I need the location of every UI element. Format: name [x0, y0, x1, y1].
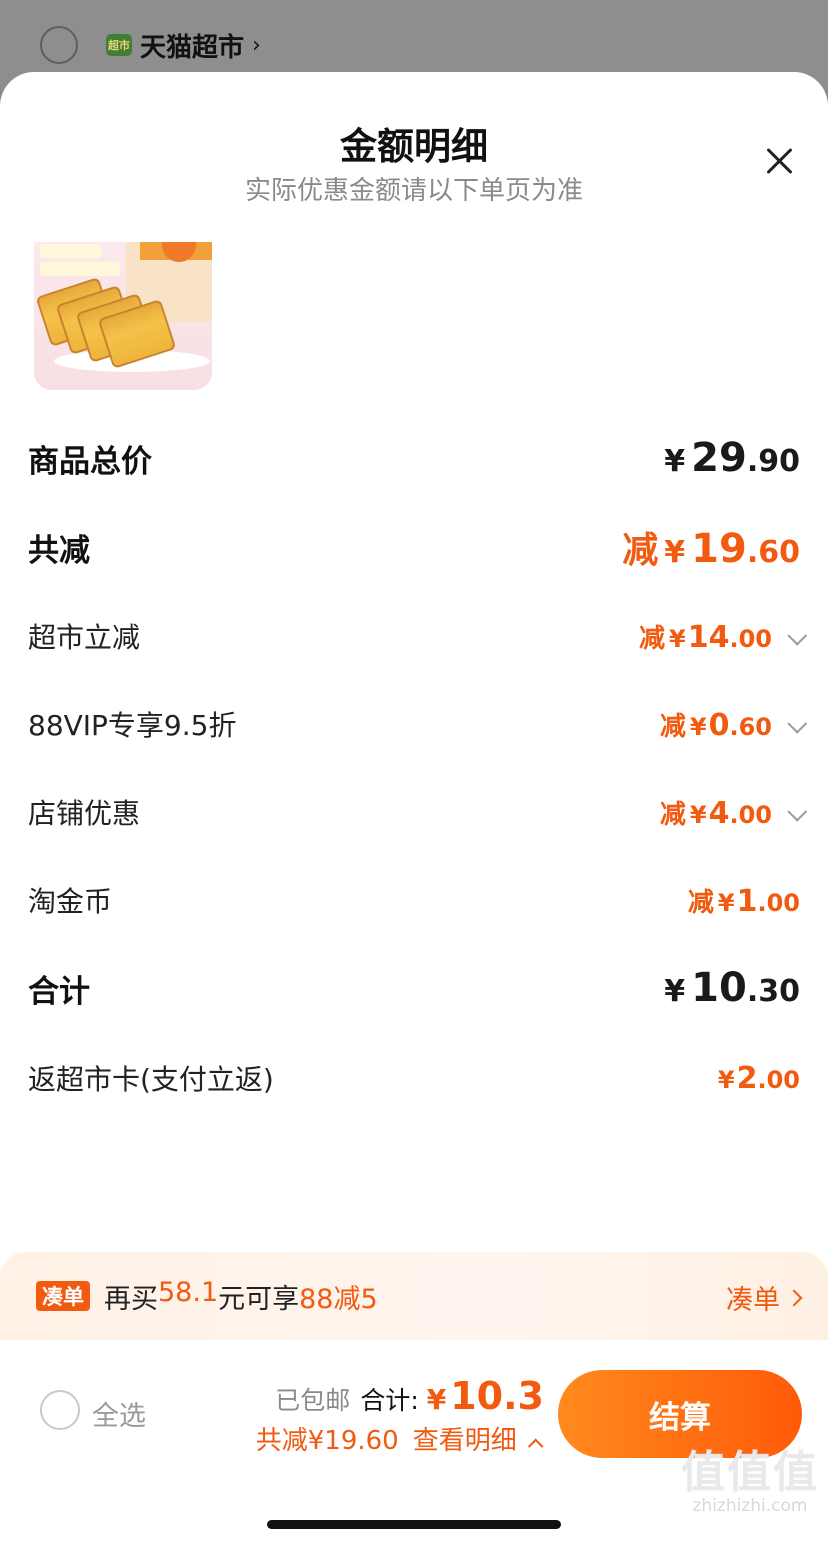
tmall-supermarket-logo-icon: 超市 [106, 34, 132, 56]
product-thumbnail [34, 242, 212, 390]
chevron-down-icon[interactable] [787, 801, 808, 822]
grand-total-row: 合计 ¥ 10 .30 [28, 958, 800, 1018]
amount-detail-sheet: 金额明细 实际优惠金额请以下单页为准 商品总价 ¥ 29 .90 共减 减 ¥ … [0, 72, 828, 1547]
amount-decimal: .00 [757, 888, 800, 917]
total-value: 10.3 [450, 1374, 544, 1418]
amount-integer: 29 [691, 435, 747, 481]
chevron-down-icon[interactable] [787, 713, 808, 734]
subtotal-row: 商品总价 ¥ 29 .90 [28, 428, 800, 488]
amount-decimal: .60 [746, 535, 800, 570]
store-name: 天猫超市 [140, 32, 245, 63]
cashback-label: 返超市卡(支付立返) [28, 1063, 274, 1096]
promo-amount: 58.1 [158, 1276, 219, 1308]
saved-amount: 共减¥19.60 [255, 1426, 399, 1456]
grand-total-label: 合计 [28, 973, 90, 1010]
total-discount-row: 共减 减 ¥ 19 .60 [28, 517, 800, 577]
store-select-radio[interactable] [40, 26, 78, 64]
view-details-label: 查看明细 [412, 1426, 517, 1456]
promo-deal: 88减5 [299, 1283, 378, 1315]
total-discount-label: 共减 [28, 532, 90, 569]
currency-symbol: ¥ [689, 712, 707, 741]
vip-discount-amount: 减 ¥ 0 .60 [659, 706, 808, 743]
amount-integer: 10 [691, 965, 747, 1011]
discount-prefix: 减 [687, 887, 714, 918]
promo-text-part: 元可享 [218, 1283, 300, 1315]
chevron-right-icon: › [252, 32, 261, 58]
discount-prefix: 减 [659, 799, 686, 830]
free-shipping-label: 已包邮 [275, 1386, 351, 1415]
amount-decimal: .00 [729, 800, 772, 829]
taojinbi-amount: 减 ¥ 1 .00 [688, 882, 800, 919]
total-summary: 已包邮 合计: ¥ 10.3 [275, 1374, 544, 1418]
amount-integer: 4 [708, 795, 730, 831]
subtotal-label: 商品总价 [28, 443, 152, 480]
add-on-link[interactable]: 凑单 [726, 1278, 803, 1317]
amount-decimal: .90 [746, 444, 800, 479]
store-link[interactable]: 超市 天猫超市 › [106, 28, 261, 63]
currency-symbol: ¥ [664, 444, 686, 479]
store-discount-amount: 减 ¥ 4 .00 [659, 794, 808, 831]
add-on-promo-text: 再买 58.1 元可享 88减5 [104, 1277, 378, 1316]
currency-symbol: ¥ [426, 1383, 447, 1416]
add-on-badge: 凑单 [36, 1281, 90, 1311]
amount-integer: 1 [736, 883, 758, 919]
discount-prefix: 减 [622, 530, 659, 571]
sheet-subtitle: 实际优惠金额请以下单页为准 [244, 176, 583, 206]
sheet-title: 金额明细 [340, 125, 488, 168]
currency-symbol: ¥ [689, 800, 707, 829]
cashback-row: 返超市卡(支付立返) ¥ 2 .00 [28, 1048, 800, 1108]
product-tag [40, 262, 120, 276]
total-discount-amount: 减 ¥ 19 .60 [622, 521, 800, 573]
amount-decimal: .60 [729, 712, 772, 741]
currency-symbol: ¥ [664, 974, 686, 1009]
chevron-down-icon[interactable] [787, 625, 808, 646]
currency-symbol: ¥ [664, 535, 686, 570]
view-details-link[interactable]: 查看明细 [413, 1420, 544, 1457]
amount-integer: 0 [708, 707, 730, 743]
select-all-label[interactable]: 全选 [92, 1394, 146, 1433]
chevron-up-icon [527, 1438, 544, 1455]
currency-symbol: ¥ [669, 624, 686, 653]
store-discount-label: 店铺优惠 [28, 797, 141, 830]
discount-prefix: 减 [659, 711, 686, 742]
taojinbi-label: 淘金币 [28, 885, 113, 918]
amount-decimal: .00 [757, 1065, 800, 1094]
savings-summary: 共减¥19.60 查看明细 [256, 1420, 544, 1457]
product-tag [40, 244, 102, 258]
subtotal-amount: ¥ 29 .90 [664, 435, 800, 481]
vip-discount-row[interactable]: 88VIP专享9.5折 减 ¥ 0 .60 [28, 694, 808, 754]
watermark-url: zhizhizhi.com [692, 1496, 808, 1516]
close-icon[interactable] [758, 140, 800, 182]
site-watermark: 值值值 zhizhizhi.com [678, 1436, 822, 1516]
amount-integer: 14 [687, 619, 730, 655]
watermark-logo: 值值值 [681, 1447, 819, 1498]
total-label: 合计: [360, 1386, 419, 1415]
supermarket-discount-label: 超市立减 [28, 621, 141, 654]
supermarket-discount-amount: 减 ¥ 14 .00 [639, 618, 808, 655]
currency-symbol: ¥ [717, 888, 735, 917]
grand-total-amount: ¥ 10 .30 [664, 965, 800, 1011]
currency-symbol: ¥ [717, 1065, 735, 1094]
add-on-promo-bar: 凑单 再买 58.1 元可享 88减5 凑单 [0, 1252, 828, 1340]
amount-decimal: .30 [746, 974, 800, 1009]
promo-text-part: 再买 [104, 1283, 158, 1315]
select-all-checkbox[interactable] [40, 1390, 80, 1430]
amount-integer: 2 [736, 1060, 758, 1096]
store-discount-row[interactable]: 店铺优惠 减 ¥ 4 .00 [28, 782, 808, 842]
add-on-link-label: 凑单 [726, 1285, 780, 1316]
discount-prefix: 减 [639, 623, 666, 654]
cashback-amount: ¥ 2 .00 [718, 1061, 800, 1096]
home-indicator[interactable] [267, 1520, 561, 1529]
vip-discount-label: 88VIP专享9.5折 [28, 709, 237, 742]
amount-decimal: .00 [729, 624, 772, 653]
amount-integer: 19 [691, 526, 747, 572]
supermarket-discount-row[interactable]: 超市立减 减 ¥ 14 .00 [28, 606, 808, 666]
total-amount: ¥ 10.3 [427, 1374, 544, 1418]
taojinbi-discount-row: 淘金币 减 ¥ 1 .00 [28, 870, 800, 930]
chevron-right-icon [785, 1289, 803, 1306]
